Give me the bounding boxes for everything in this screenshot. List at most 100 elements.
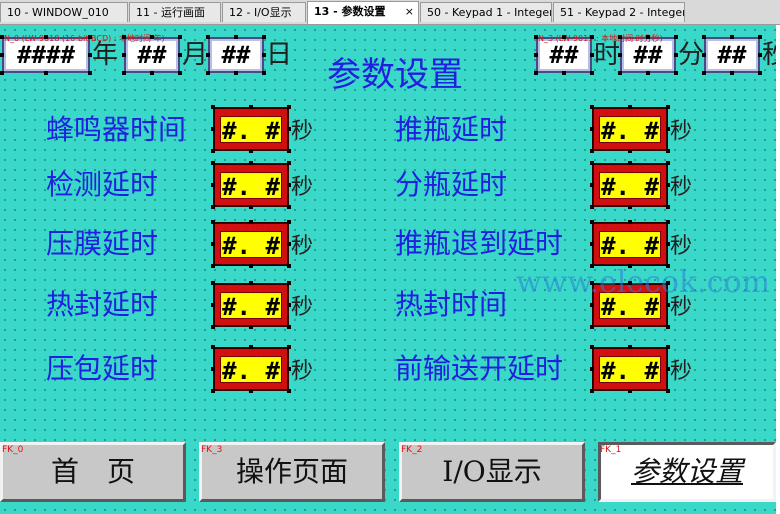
selection-handle[interactable] — [122, 53, 126, 57]
selection-handle[interactable] — [590, 105, 594, 109]
tab-run-screen[interactable]: 11 - 运行画面 — [129, 2, 221, 22]
selection-handle[interactable] — [666, 127, 670, 131]
selection-handle[interactable] — [249, 281, 253, 285]
selection-handle[interactable] — [44, 35, 48, 39]
selection-handle[interactable] — [590, 367, 594, 371]
selection-handle[interactable] — [234, 71, 238, 75]
selection-handle[interactable] — [628, 389, 632, 393]
selection-handle[interactable] — [666, 183, 670, 187]
selection-handle[interactable] — [178, 53, 182, 57]
selection-handle[interactable] — [674, 71, 678, 75]
selection-handle[interactable] — [646, 35, 650, 39]
selection-handle[interactable] — [590, 303, 594, 307]
selection-handle[interactable] — [249, 161, 253, 165]
selection-handle[interactable] — [211, 389, 215, 393]
selection-handle[interactable] — [666, 303, 670, 307]
selection-handle[interactable] — [211, 264, 215, 268]
selection-handle[interactable] — [702, 35, 706, 39]
selection-handle[interactable] — [0, 53, 4, 57]
selection-handle[interactable] — [618, 71, 622, 75]
selection-handle[interactable] — [674, 35, 678, 39]
selection-handle[interactable] — [628, 281, 632, 285]
selection-handle[interactable] — [287, 205, 291, 209]
param-input-film-press-delay[interactable]: N_8 (D-410) #. # — [213, 222, 289, 266]
param-input-bottle-split-delay[interactable]: N_12 (D-414) #. # — [592, 163, 668, 207]
selection-handle[interactable] — [666, 367, 670, 371]
selection-handle[interactable] — [262, 53, 266, 57]
selection-handle[interactable] — [666, 242, 670, 246]
param-input-buzzer-time[interactable]: N_4 (D-408) #. # — [213, 107, 289, 151]
selection-handle[interactable] — [287, 161, 291, 165]
selection-handle[interactable] — [730, 35, 734, 39]
selection-handle[interactable] — [44, 71, 48, 75]
selection-handle[interactable] — [206, 53, 210, 57]
selection-handle[interactable] — [590, 281, 594, 285]
selection-handle[interactable] — [666, 205, 670, 209]
selection-handle[interactable] — [211, 183, 215, 187]
selection-handle[interactable] — [590, 35, 594, 39]
selection-handle[interactable] — [628, 220, 632, 224]
selection-handle[interactable] — [211, 220, 215, 224]
selection-handle[interactable] — [534, 71, 538, 75]
selection-handle[interactable] — [249, 220, 253, 224]
selection-handle[interactable] — [211, 242, 215, 246]
selection-handle[interactable] — [758, 53, 762, 57]
tab-window-010[interactable]: 10 - WINDOW_010 — [0, 2, 128, 22]
selection-handle[interactable] — [211, 205, 215, 209]
selection-handle[interactable] — [590, 183, 594, 187]
nav-button-home[interactable]: 首 页 — [0, 442, 186, 502]
param-input-bottle-push-delay[interactable]: N_11 (D-413) #. # — [592, 107, 668, 151]
close-icon[interactable]: × — [405, 2, 414, 22]
param-input-front-conveyor-start-delay[interactable]: N_15 (D-417) #. # — [592, 347, 668, 391]
selection-handle[interactable] — [730, 71, 734, 75]
selection-handle[interactable] — [211, 105, 215, 109]
selection-handle[interactable] — [287, 303, 291, 307]
selection-handle[interactable] — [590, 345, 594, 349]
selection-handle[interactable] — [211, 367, 215, 371]
selection-handle[interactable] — [562, 35, 566, 39]
selection-handle[interactable] — [234, 35, 238, 39]
selection-handle[interactable] — [150, 71, 154, 75]
selection-handle[interactable] — [590, 220, 594, 224]
selection-handle[interactable] — [206, 71, 210, 75]
selection-handle[interactable] — [628, 205, 632, 209]
selection-handle[interactable] — [758, 71, 762, 75]
selection-handle[interactable] — [211, 325, 215, 329]
selection-handle[interactable] — [211, 303, 215, 307]
param-input-heat-seal-delay[interactable]: N_9 (D-411) #. # — [213, 283, 289, 327]
selection-handle[interactable] — [206, 35, 210, 39]
selection-handle[interactable] — [150, 35, 154, 39]
selection-handle[interactable] — [562, 71, 566, 75]
selection-handle[interactable] — [534, 35, 538, 39]
selection-handle[interactable] — [590, 53, 594, 57]
selection-handle[interactable] — [628, 264, 632, 268]
nav-button-operation-page[interactable]: 操作页面 — [199, 442, 385, 502]
selection-handle[interactable] — [702, 71, 706, 75]
selection-handle[interactable] — [211, 149, 215, 153]
nav-button-io-display[interactable]: I/O显示 — [399, 442, 585, 502]
selection-handle[interactable] — [758, 35, 762, 39]
selection-handle[interactable] — [287, 105, 291, 109]
selection-handle[interactable] — [628, 105, 632, 109]
selection-handle[interactable] — [287, 183, 291, 187]
selection-handle[interactable] — [666, 345, 670, 349]
second-display[interactable]: ## — [704, 37, 760, 73]
selection-handle[interactable] — [287, 367, 291, 371]
selection-handle[interactable] — [590, 149, 594, 153]
selection-handle[interactable] — [287, 242, 291, 246]
param-input-pack-press-delay[interactable]: N_10 (D-412) #. # — [213, 347, 289, 391]
selection-handle[interactable] — [590, 389, 594, 393]
selection-handle[interactable] — [628, 149, 632, 153]
selection-handle[interactable] — [674, 53, 678, 57]
selection-handle[interactable] — [249, 105, 253, 109]
selection-handle[interactable] — [211, 161, 215, 165]
selection-handle[interactable] — [287, 149, 291, 153]
selection-handle[interactable] — [590, 127, 594, 131]
selection-handle[interactable] — [287, 325, 291, 329]
selection-handle[interactable] — [88, 71, 92, 75]
selection-handle[interactable] — [88, 35, 92, 39]
selection-handle[interactable] — [666, 105, 670, 109]
selection-handle[interactable] — [666, 325, 670, 329]
nav-button-parameter-settings[interactable]: 参数设置 — [598, 442, 776, 502]
selection-handle[interactable] — [590, 325, 594, 329]
